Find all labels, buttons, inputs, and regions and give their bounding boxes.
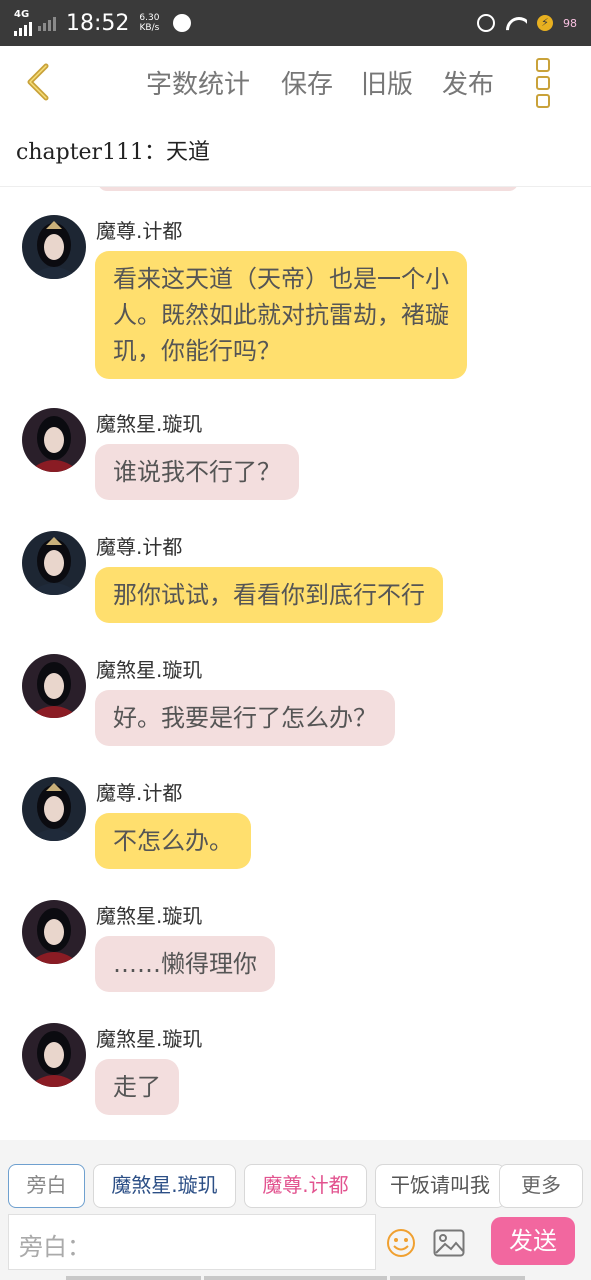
emoji-icon[interactable] — [386, 1228, 416, 1258]
role-chip-narration[interactable]: 旁白 — [8, 1164, 85, 1208]
sender-name: 魔尊.计都 — [96, 781, 183, 805]
send-button[interactable]: 发送 — [491, 1217, 575, 1265]
nav-hint-bar — [204, 1276, 387, 1280]
battery-level: 98 — [563, 16, 577, 30]
message-input[interactable]: 旁白： — [8, 1214, 376, 1270]
message-text-line: 好。我要是行了怎么办？ — [113, 704, 377, 732]
message-text-line: 不怎么办。 — [113, 827, 233, 855]
wifi-icon — [505, 15, 527, 31]
nav-hint-bar — [390, 1276, 525, 1280]
avatar[interactable] — [22, 900, 86, 964]
more-menu-icon[interactable] — [532, 58, 554, 108]
top-toolbar: 字数统计 保存 旧版 发布 — [0, 46, 591, 118]
previous-bubble-edge — [98, 187, 518, 191]
image-icon[interactable] — [433, 1229, 465, 1257]
network-label: 4G — [14, 9, 30, 20]
chat-list[interactable]: 魔尊.计都 看来这天道（天帝）也是一个小 人。既然如此就对抗雷劫，褚璇 玑，你能行吗？… — [0, 187, 591, 1140]
network-type: 4G — [14, 10, 32, 36]
save-button[interactable]: 保存 — [281, 64, 333, 101]
role-chip-other[interactable]: 干饭请叫我 — [375, 1164, 505, 1208]
status-left: 4G 18:52 6.30 KB/s — [14, 10, 192, 36]
avatar[interactable] — [22, 1023, 86, 1087]
message-text-line: 走了 — [113, 1073, 161, 1101]
message-bubble[interactable]: ……懒得理你 — [95, 936, 275, 992]
avatar[interactable] — [22, 408, 86, 472]
sender-name: 魔尊.计都 — [96, 219, 183, 243]
sender-name: 魔煞星.璇玑 — [96, 412, 203, 436]
avatar[interactable] — [22, 777, 86, 841]
role-chip-xuanji[interactable]: 魔煞星.璇玑 — [93, 1164, 236, 1208]
app-root: 4G 18:52 6.30 KB/s ⚡ 98 字数统计 保存 旧版 发布 ch… — [0, 0, 591, 1280]
publish-button[interactable]: 发布 — [442, 64, 494, 101]
net-speed-unit: KB/s — [139, 23, 160, 33]
message-text-line: 看来这天道（天帝）也是一个小 — [113, 265, 449, 293]
avatar[interactable] — [22, 654, 86, 718]
more-roles-button[interactable]: 更多 — [499, 1164, 583, 1208]
net-speed: 6.30 KB/s — [139, 13, 159, 33]
sender-name: 魔煞星.璇玑 — [96, 904, 203, 928]
globe-icon — [173, 14, 192, 32]
clock: 18:52 — [66, 10, 130, 36]
message-bubble[interactable]: 好。我要是行了怎么办？ — [95, 690, 395, 746]
message-text-line: 谁说我不行了？ — [113, 458, 281, 486]
message-bubble[interactable]: 看来这天道（天帝）也是一个小 人。既然如此就对抗雷劫，褚璇 玑，你能行吗？ — [95, 251, 467, 379]
signal-icon-secondary — [38, 15, 56, 31]
old-version-button[interactable]: 旧版 — [361, 64, 413, 101]
status-right: ⚡ 98 — [477, 14, 577, 32]
role-chip-jidu[interactable]: 魔尊.计都 — [244, 1164, 367, 1208]
nav-hint-bar — [66, 1276, 201, 1280]
message-text-line: 人。既然如此就对抗雷劫，褚璇 — [113, 301, 449, 329]
chevron-left-icon — [27, 63, 49, 101]
sender-name: 魔煞星.璇玑 — [96, 1027, 203, 1051]
message-bubble[interactable]: 走了 — [95, 1059, 179, 1115]
avatar[interactable] — [22, 215, 86, 279]
message-bubble[interactable]: 谁说我不行了？ — [95, 444, 299, 500]
message-text-line: ……懒得理你 — [113, 950, 257, 978]
message-text-line: 那你试试，看看你到底行不行 — [113, 581, 425, 609]
composer-panel: 旁白 魔煞星.璇玑 魔尊.计都 干饭请叫我 更多 旁白： 发送 — [0, 1140, 591, 1280]
sender-name: 魔尊.计都 — [96, 535, 183, 559]
sender-name: 魔煞星.璇玑 — [96, 658, 203, 682]
alarm-icon — [477, 14, 495, 32]
word-count-button[interactable]: 字数统计 — [146, 64, 250, 101]
back-button[interactable] — [22, 62, 58, 102]
chapter-title: chapter111：天道 — [16, 140, 211, 165]
message-text-line: 玑，你能行吗？ — [113, 337, 281, 365]
avatar[interactable] — [22, 531, 86, 595]
message-bubble[interactable]: 不怎么办。 — [95, 813, 251, 869]
charging-icon: ⚡ — [537, 15, 553, 31]
message-bubble[interactable]: 那你试试，看看你到底行不行 — [95, 567, 443, 623]
signal-icon — [14, 20, 32, 36]
status-bar: 4G 18:52 6.30 KB/s ⚡ 98 — [0, 0, 591, 46]
net-speed-value: 6.30 — [139, 13, 160, 23]
